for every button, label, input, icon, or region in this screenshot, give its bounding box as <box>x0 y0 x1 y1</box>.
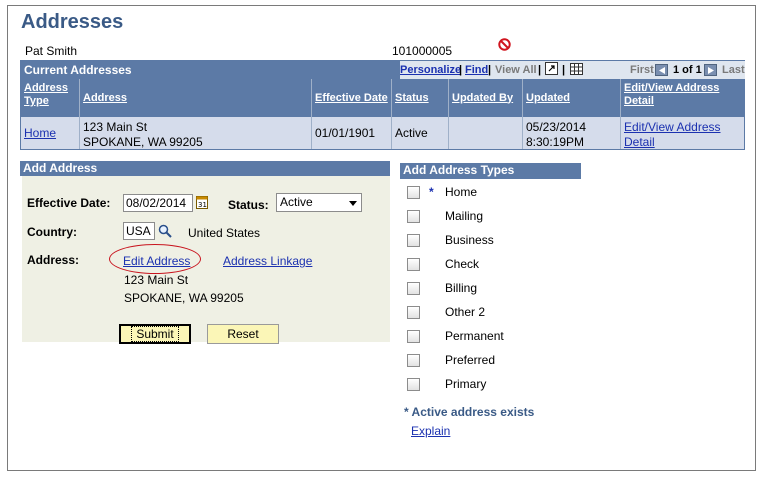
cell-status: Active <box>392 117 449 149</box>
nav-separator: | <box>459 64 463 76</box>
type-label: Check <box>445 257 480 271</box>
effective-date-label: Effective Date: <box>27 196 111 210</box>
cell-address: 123 Main St SPOKANE, WA 99205 <box>80 117 312 149</box>
address-linkage-link[interactable]: Address Linkage <box>223 254 312 268</box>
country-input[interactable]: USA <box>123 222 155 240</box>
grid-header-row: Address Type Address Effective Date Stat… <box>21 79 744 117</box>
business-checkbox[interactable] <box>407 234 420 247</box>
address-types-header: Add Address Types <box>400 163 581 179</box>
no-entry-icon <box>498 38 511 51</box>
col-updated[interactable]: Updated <box>523 79 621 117</box>
edit-address-highlight <box>109 244 201 274</box>
status-select[interactable]: Active <box>276 193 362 212</box>
mailing-checkbox[interactable] <box>407 210 420 223</box>
last-label: Last <box>722 64 745 76</box>
page-frame: Addresses Pat Smith 101000005 Current Ad… <box>7 5 756 471</box>
updated-date: 05/23/2014 <box>526 120 587 134</box>
status-value: Active <box>280 195 313 209</box>
address-line1: 123 Main St <box>83 120 148 134</box>
svg-text:31: 31 <box>198 201 207 209</box>
col-address-type[interactable]: Address Type <box>21 79 80 117</box>
person-name: Pat Smith <box>25 44 78 58</box>
nav-separator: | <box>538 64 542 76</box>
view-all-link[interactable]: View All <box>495 64 537 76</box>
type-label: Permanent <box>445 329 504 343</box>
nav-separator: | <box>562 64 566 76</box>
page-title: Addresses <box>21 11 124 33</box>
country-label: Country: <box>27 225 77 239</box>
personalize-link[interactable]: Personalize <box>400 64 461 76</box>
billing-checkbox[interactable] <box>407 282 420 295</box>
nav-separator: | <box>488 64 492 76</box>
cell-effective-date: 01/01/1901 <box>312 117 392 149</box>
grid-title-bar: Current Addresses Personalize | Find | V… <box>21 61 745 79</box>
search-icon[interactable] <box>158 224 172 238</box>
status-label: Status: <box>228 198 269 212</box>
address-line2: SPOKANE, WA 99205 <box>83 135 203 149</box>
address-label: Address: <box>27 253 80 267</box>
cell-updated-by <box>449 117 523 149</box>
type-label: Billing <box>445 281 478 295</box>
new-window-icon[interactable] <box>545 62 558 75</box>
other-2-checkbox[interactable] <box>407 306 420 319</box>
table-row: Home 123 Main St SPOKANE, WA 99205 01/01… <box>21 117 744 149</box>
col-status[interactable]: Status <box>392 79 449 117</box>
active-marker: * <box>429 185 434 199</box>
col-effective-date[interactable]: Effective Date <box>312 79 392 117</box>
address-type-link[interactable]: Home <box>24 126 56 141</box>
effective-date-input[interactable]: 08/02/2014 <box>123 194 193 212</box>
permanent-checkbox[interactable] <box>407 330 420 343</box>
reset-button[interactable]: Reset <box>207 324 279 344</box>
country-name: United States <box>188 226 261 240</box>
type-label: Home <box>445 185 478 199</box>
edit-view-address-detail-link[interactable]: Edit/View Address Detail <box>624 120 721 149</box>
col-updated-by[interactable]: Updated By <box>449 79 523 117</box>
cell-address-type: Home <box>21 117 80 149</box>
updated-time: 8:30:19PM <box>526 135 585 149</box>
new-address-line2: SPOKANE, WA 99205 <box>124 291 244 305</box>
type-label: Preferred <box>445 353 496 367</box>
chevron-down-icon <box>349 201 357 206</box>
new-address-line1: 123 Main St <box>124 273 189 287</box>
type-label: Other 2 <box>445 305 486 319</box>
explain-link[interactable]: Explain <box>411 424 450 438</box>
type-label: Business <box>445 233 494 247</box>
submit-label: Submit <box>131 326 179 342</box>
preferred-checkbox[interactable] <box>407 354 420 367</box>
primary-checkbox[interactable] <box>407 378 420 391</box>
type-label: Mailing <box>445 209 484 223</box>
home-checkbox[interactable] <box>407 186 420 199</box>
cell-updated: 05/23/2014 8:30:19PM <box>523 117 621 149</box>
type-label: Primary <box>445 377 487 391</box>
add-address-header: Add Address <box>20 161 390 176</box>
cell-edit-view: Edit/View Address Detail <box>621 117 744 149</box>
first-arrow-icon[interactable] <box>655 64 668 76</box>
grid-navigation: Personalize | Find | View All | | First … <box>400 61 745 79</box>
row-range: 1 of 1 <box>673 64 702 76</box>
calendar-icon[interactable]: 31 <box>196 195 208 209</box>
first-label: First <box>630 64 654 76</box>
grid-download-icon[interactable] <box>570 63 583 75</box>
last-arrow-icon[interactable] <box>704 64 717 76</box>
col-edit-view[interactable]: Edit/View Address Detail <box>621 79 744 117</box>
col-address[interactable]: Address <box>80 79 312 117</box>
active-address-note: * Active address exists <box>404 405 535 419</box>
current-addresses-grid: Current Addresses Personalize | Find | V… <box>20 60 745 150</box>
grid-title: Current Addresses <box>24 63 132 77</box>
person-id: 101000005 <box>392 44 453 58</box>
check-checkbox[interactable] <box>407 258 420 271</box>
add-address-panel: Effective Date: 08/02/2014 31 Status: Ac… <box>22 176 390 344</box>
submit-button[interactable]: Submit <box>119 324 191 344</box>
find-link[interactable]: Find <box>465 64 488 76</box>
